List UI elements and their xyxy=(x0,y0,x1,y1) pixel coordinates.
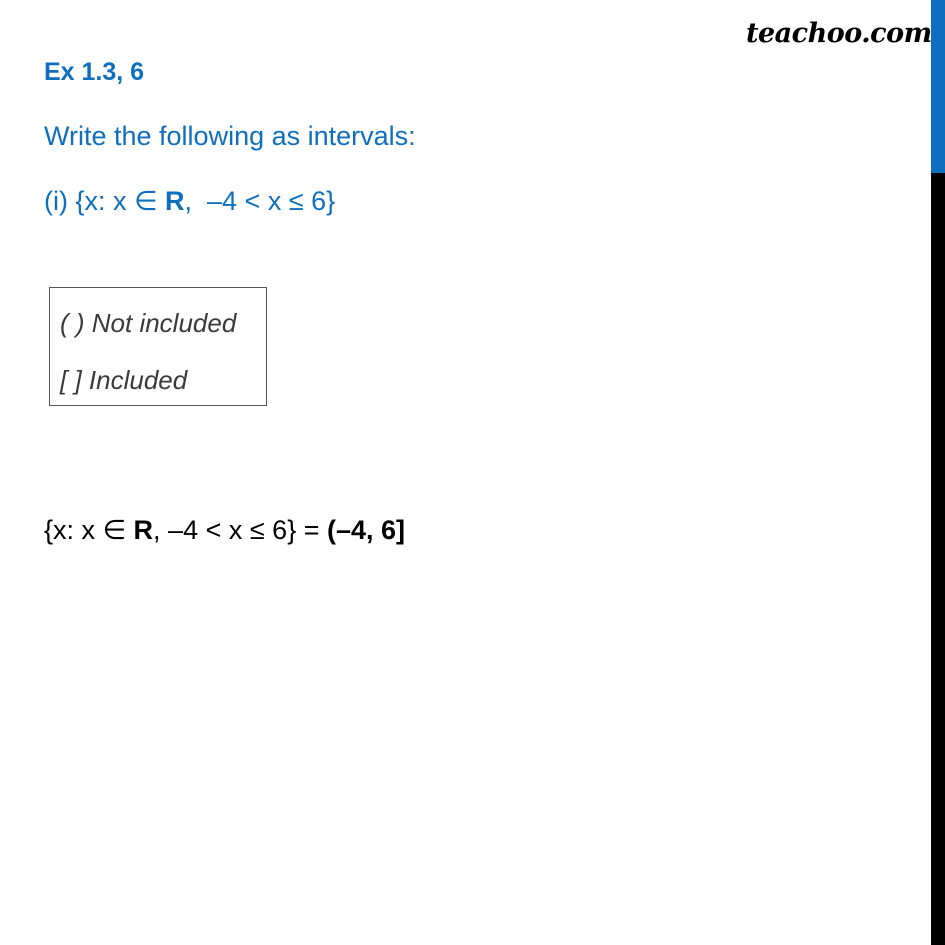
answer-lhs-condition: , –4 < x ≤ 6} = xyxy=(153,515,327,545)
real-numbers-symbol: R xyxy=(165,186,185,216)
answer-interval-result: (–4, 6] xyxy=(326,515,406,545)
answer-line: {x: x ∈ R, –4 < x ≤ 6} = (–4, 6] xyxy=(44,515,405,546)
sidebar-accent-blue xyxy=(931,0,945,173)
legend-included: [ ] Included xyxy=(60,365,188,395)
answer-lhs-prefix: {x: x ∈ xyxy=(44,515,134,545)
answer-real-numbers-symbol: R xyxy=(133,515,154,545)
question-part-i: (i) {x: x ∈ R, –4 < x ≤ 6} xyxy=(44,186,335,217)
legend-not-included: ( ) Not included xyxy=(60,308,237,338)
part-condition: , –4 < x ≤ 6} xyxy=(184,186,336,216)
bracket-legend-box: ( ) Not included [ ] Included xyxy=(49,287,267,406)
sidebar-accent-black xyxy=(931,173,945,945)
exercise-title: Ex 1.3, 6 xyxy=(44,58,145,86)
question-prompt: Write the following as intervals: xyxy=(44,121,416,151)
teachoo-logo: teachoo.com xyxy=(746,18,932,49)
part-label: (i) {x: x ∈ xyxy=(44,186,166,216)
